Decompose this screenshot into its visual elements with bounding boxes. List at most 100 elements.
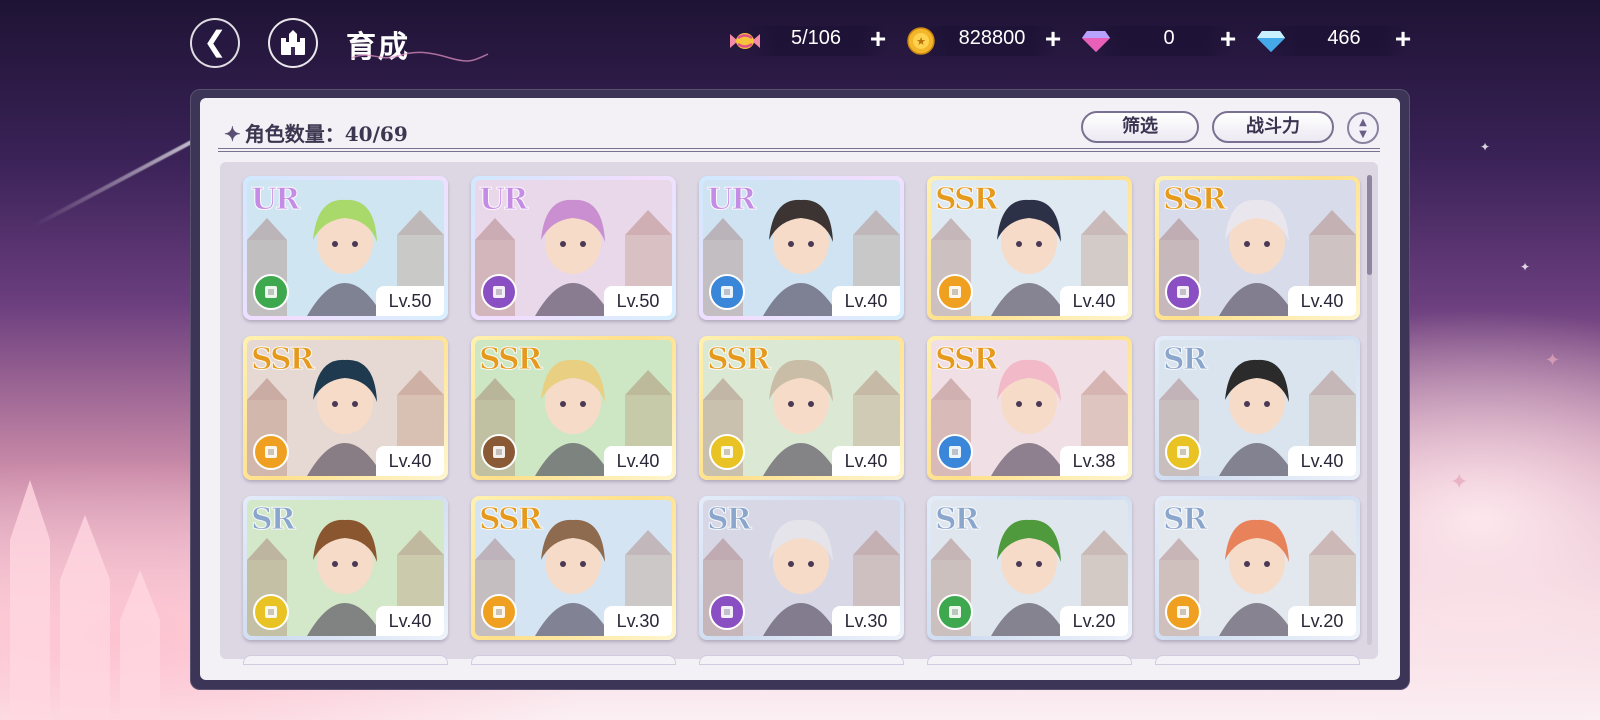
candy-icon [728, 24, 762, 58]
class-icon [481, 274, 517, 310]
class-icon [937, 594, 973, 630]
rarity-badge: SSR [479, 342, 544, 378]
character-level: Lv.40 [376, 606, 444, 636]
grid-scrollbar-thumb[interactable] [1367, 175, 1372, 275]
character-card[interactable]: SSR Lv.40 [243, 336, 448, 480]
character-count-text: 角色数量：40/69 [244, 122, 408, 146]
candy-value: 5/106 [790, 27, 842, 49]
character-level: Lv.20 [1060, 606, 1128, 636]
rarity-badge: UR [478, 182, 528, 218]
castle-silhouette [10, 480, 160, 720]
character-card-partial[interactable] [1155, 655, 1360, 665]
sort-order-toggle-button[interactable]: ▲ ▼ [1347, 112, 1379, 144]
character-card[interactable]: SR Lv.40 [1155, 336, 1360, 480]
character-card[interactable]: SSR Lv.40 [927, 176, 1132, 320]
top-bar: ❮ 育成 5/106 + ★ 828800 + 0 + 466 + [0, 0, 1600, 82]
class-icon [1165, 274, 1201, 310]
character-level: Lv.20 [1288, 606, 1356, 636]
character-level: Lv.40 [832, 286, 900, 316]
character-card-inner: SSR Lv.40 [475, 340, 672, 476]
add-gold-button[interactable]: + [1039, 24, 1067, 56]
blue-diamond-value: 466 [1327, 27, 1361, 49]
character-card-partial[interactable] [699, 655, 904, 665]
character-level: Lv.40 [1288, 286, 1356, 316]
character-level: Lv.50 [604, 286, 672, 316]
gold-coin-icon: ★ [904, 24, 938, 58]
character-card-partial[interactable] [471, 655, 676, 665]
character-level: Lv.40 [1288, 446, 1356, 476]
add-blue-diamond-button[interactable]: + [1389, 24, 1417, 56]
class-icon [709, 594, 745, 630]
character-level: Lv.30 [832, 606, 900, 636]
character-level: Lv.40 [1060, 286, 1128, 316]
character-card[interactable]: SSR Lv.40 [1155, 176, 1360, 320]
character-card[interactable]: SR Lv.20 [927, 496, 1132, 640]
character-card[interactable]: SSR Lv.30 [471, 496, 676, 640]
character-card-inner: SR Lv.40 [1159, 340, 1356, 476]
character-level: Lv.40 [604, 446, 672, 476]
class-icon [709, 434, 745, 470]
character-level: Lv.40 [832, 446, 900, 476]
sparkle-icon: ✦ [1520, 260, 1531, 274]
sparkle-icon: ✦ [1545, 350, 1561, 371]
castle-home-icon [281, 30, 305, 55]
character-card-inner: SR Lv.20 [931, 500, 1128, 636]
add-candy-button[interactable]: + [864, 24, 892, 56]
sparkle-icon: ✦ [1480, 140, 1491, 154]
home-button[interactable] [268, 18, 318, 68]
rarity-badge: SR [251, 502, 297, 538]
character-card[interactable]: UR Lv.40 [699, 176, 904, 320]
class-icon [481, 434, 517, 470]
character-card[interactable]: SSR Lv.40 [699, 336, 904, 480]
filter-button[interactable]: 筛选 [1081, 111, 1199, 143]
character-card-inner: SSR Lv.30 [475, 500, 672, 636]
character-card-inner: SSR Lv.40 [247, 340, 444, 476]
character-card-inner: UR Lv.50 [475, 180, 672, 316]
character-level: Lv.38 [1060, 446, 1128, 476]
back-button[interactable]: ❮ [190, 18, 240, 68]
sort-by-power-button[interactable]: 战斗力 [1212, 111, 1334, 143]
rarity-badge: SR [935, 502, 981, 538]
sort-up-down-icon: ▲ ▼ [1359, 117, 1367, 140]
character-card-inner: SSR Lv.40 [931, 180, 1128, 316]
rarity-badge: UR [706, 182, 756, 218]
character-level: Lv.30 [604, 606, 672, 636]
rarity-badge: SR [1163, 342, 1209, 378]
class-icon [1165, 594, 1201, 630]
character-card[interactable]: SR Lv.30 [699, 496, 904, 640]
svg-text:★: ★ [916, 35, 926, 48]
back-arrow-icon: ❮ [203, 25, 227, 58]
character-level: Lv.50 [376, 286, 444, 316]
rarity-badge: SSR [707, 342, 772, 378]
character-card-inner: UR Lv.50 [247, 180, 444, 316]
four-point-star-icon: ✦ [224, 122, 241, 146]
character-card-inner: SR Lv.40 [247, 500, 444, 636]
character-card[interactable]: UR Lv.50 [471, 176, 676, 320]
character-card[interactable]: SSR Lv.40 [471, 336, 676, 480]
rarity-badge: SR [1163, 502, 1209, 538]
class-icon [253, 594, 289, 630]
class-icon [253, 434, 289, 470]
class-icon [937, 434, 973, 470]
character-level: Lv.40 [376, 446, 444, 476]
add-pink-gem-button[interactable]: + [1214, 24, 1242, 56]
rarity-badge: SR [707, 502, 753, 538]
header-divider [218, 148, 1380, 152]
blue-diamond-icon [1254, 24, 1288, 58]
character-card-partial[interactable] [243, 655, 448, 665]
character-card[interactable]: SSR Lv.38 [927, 336, 1132, 480]
character-card-inner: SR Lv.20 [1159, 500, 1356, 636]
class-icon [937, 274, 973, 310]
character-card[interactable]: UR Lv.50 [243, 176, 448, 320]
character-card-inner: SSR Lv.40 [1159, 180, 1356, 316]
character-card-partial[interactable] [927, 655, 1132, 665]
gold-value: 828800 [958, 27, 1026, 49]
character-card-inner: UR Lv.40 [703, 180, 900, 316]
character-card-inner: SR Lv.30 [703, 500, 900, 636]
rarity-badge: SSR [479, 502, 544, 538]
character-card[interactable]: SR Lv.40 [243, 496, 448, 640]
character-count: ✦ 角色数量：40/69 [224, 118, 408, 147]
character-card-inner: SSR Lv.40 [703, 340, 900, 476]
character-card[interactable]: SR Lv.20 [1155, 496, 1360, 640]
class-icon [481, 594, 517, 630]
